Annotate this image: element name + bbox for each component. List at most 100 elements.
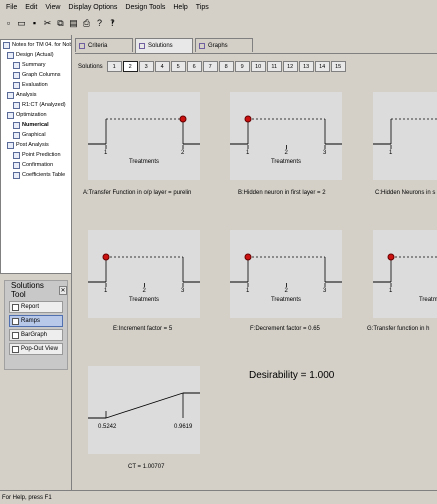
setting-marker: [179, 115, 187, 123]
ramp-graph: [373, 253, 437, 287]
ramp-caption: C:Hidden Neurons in s: [375, 190, 436, 196]
solution-button-8[interactable]: 8: [218, 61, 234, 72]
graphical-icon: [13, 131, 20, 139]
tree-item-label: Analysis: [16, 92, 37, 98]
solution-button-10[interactable]: 10: [250, 61, 266, 72]
solution-button-15[interactable]: 15: [330, 61, 346, 72]
menu-help[interactable]: Help: [169, 4, 191, 11]
tick-label: 3: [323, 288, 327, 294]
tick-label: 2: [284, 150, 288, 156]
report-button[interactable]: Report: [9, 301, 63, 313]
open-icon[interactable]: ▭: [16, 18, 27, 29]
tree-item[interactable]: Evaluation: [1, 80, 71, 90]
tree-item-label: Summary: [22, 62, 46, 68]
ramps-icon: [12, 317, 19, 325]
tick-label: 2: [142, 288, 146, 294]
tree-item[interactable]: Design (Actual): [1, 50, 71, 60]
setting-marker: [244, 115, 252, 123]
design-tree: Notes for TM 04. for Nobis Design (Actual…: [0, 39, 72, 274]
tree-item-label: Evaluation: [22, 82, 48, 88]
tree-item-label: Design (Actual): [16, 52, 54, 58]
solution-button-14[interactable]: 14: [314, 61, 330, 72]
solution-button-13[interactable]: 13: [298, 61, 314, 72]
tree-item[interactable]: Analysis: [1, 90, 71, 100]
solution-button-4[interactable]: 4: [154, 61, 170, 72]
ramp-graph: [230, 115, 342, 149]
tree-item[interactable]: Graph Columns: [1, 70, 71, 80]
menu-file[interactable]: File: [2, 4, 21, 11]
tree-item[interactable]: Coefficients Table: [1, 170, 71, 180]
tree-item[interactable]: Numerical: [1, 120, 71, 130]
solution-button-12[interactable]: 12: [282, 61, 298, 72]
graphs-icon: [199, 42, 205, 49]
tick-label: 3: [323, 150, 327, 156]
tick-label: 1: [246, 150, 250, 156]
setting-marker: [102, 253, 110, 261]
paste-icon[interactable]: ▤: [68, 18, 79, 29]
solution-button-1[interactable]: 1: [106, 61, 122, 72]
menu-display-options[interactable]: Display Options: [64, 4, 121, 11]
x-axis-label: Treatments: [270, 297, 302, 303]
desirability-value: Desirability = 1.000: [249, 370, 335, 381]
solution-button-7[interactable]: 7: [202, 61, 218, 72]
tab-label: Criteria: [88, 42, 108, 49]
evaluation-icon: [13, 81, 20, 89]
ramp-graph: [88, 115, 200, 149]
tree-item-label: Optimization: [16, 112, 47, 118]
design-icon: [7, 51, 14, 59]
ramp-caption: E:Increment factor = 5: [113, 326, 173, 332]
print-icon[interactable]: ⎙: [81, 18, 92, 29]
menu-edit[interactable]: Edit: [21, 4, 41, 11]
solutions-icon: [139, 43, 145, 49]
solution-button-11[interactable]: 11: [266, 61, 282, 72]
ramp-slope: [105, 392, 184, 419]
tree-item[interactable]: Summary: [1, 60, 71, 70]
tree-item[interactable]: Confirmation: [1, 160, 71, 170]
close-icon[interactable]: ✕: [59, 285, 67, 295]
tree-item[interactable]: Graphical: [1, 130, 71, 140]
button-label: Report: [21, 304, 40, 310]
ramp-graph: [88, 253, 200, 287]
solution-button-2[interactable]: 2: [122, 61, 138, 72]
solution-button-3[interactable]: 3: [138, 61, 154, 72]
solution-button-5[interactable]: 5: [170, 61, 186, 72]
pop-out-view-button[interactable]: Pop-Out View: [9, 343, 63, 355]
tree-item-label: Numerical: [22, 122, 49, 128]
new-doc-icon[interactable]: ▫: [3, 18, 14, 29]
analysis-icon: [7, 91, 14, 99]
tick-label: 1: [104, 288, 108, 294]
ramp-panel: 1 2 3 Treatments: [230, 92, 342, 180]
tab-solutions[interactable]: Solutions: [135, 38, 193, 53]
whats-this-icon[interactable]: ‽: [107, 18, 118, 29]
tree-item-label: Graphical: [22, 132, 46, 138]
tree-item[interactable]: R1:CT (Analyzed): [1, 100, 71, 110]
save-icon[interactable]: ▪: [29, 18, 40, 29]
tree-item[interactable]: Point Prediction: [1, 150, 71, 160]
solution-button-9[interactable]: 9: [234, 61, 250, 72]
menu-view[interactable]: View: [41, 4, 64, 11]
tab-criteria[interactable]: Criteria: [75, 38, 133, 52]
tree-item[interactable]: Optimization: [1, 110, 71, 120]
ramps-button[interactable]: Ramps: [9, 315, 63, 327]
tick-label: 1: [389, 288, 393, 294]
tick-label: 1: [389, 150, 393, 156]
copy-icon[interactable]: ⧉: [55, 18, 66, 29]
solution-button-6[interactable]: 6: [186, 61, 202, 72]
tree-item[interactable]: Post Analysis: [1, 140, 71, 150]
solutions-tool-panel: Solutions Tool ✕ Report Ramps BarGraph Pop-…: [4, 280, 68, 370]
ramp-caption: F:Decrement factor = 0.65: [250, 326, 320, 332]
cut-icon[interactable]: ✂: [42, 18, 53, 29]
tree-item-label: Coefficients Table: [22, 172, 66, 178]
tab-graphs[interactable]: Graphs: [195, 38, 253, 52]
menu-design-tools[interactable]: Design Tools: [121, 4, 169, 11]
response-ramp-panel: 0.5242 0.9619: [88, 366, 200, 454]
pop-out-view-icon: [12, 345, 19, 353]
tree-item[interactable]: Notes for TM 04. for Nobis: [1, 40, 71, 50]
tick-label: 2: [284, 288, 288, 294]
tree-item-label: Point Prediction: [22, 152, 61, 158]
bargraph-button[interactable]: BarGraph: [9, 329, 63, 341]
ramp-panel: 1 2 Treatments: [88, 92, 200, 180]
menu-tips[interactable]: Tips: [192, 4, 213, 11]
button-label: Ramps: [21, 318, 41, 324]
help-question-icon[interactable]: ?: [94, 18, 105, 29]
